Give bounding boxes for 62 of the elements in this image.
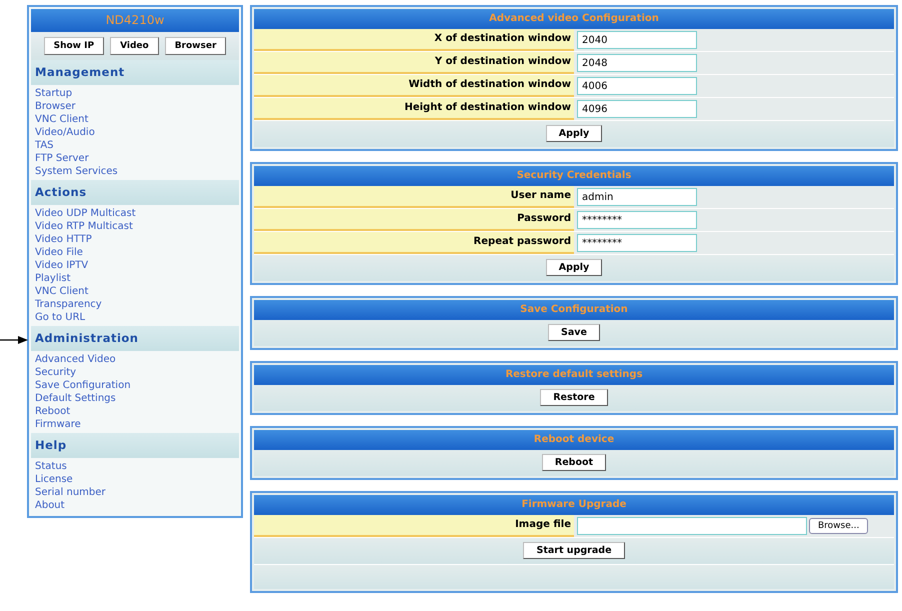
action-button[interactable]: Save	[548, 324, 600, 341]
menu-link[interactable]: Save Configuration	[35, 379, 235, 392]
menu-link[interactable]: Firmware	[35, 418, 235, 431]
menu-link[interactable]: Video IPTV	[35, 259, 235, 272]
menu-link[interactable]: Browser	[35, 100, 235, 113]
action-button[interactable]: Restore	[540, 389, 608, 406]
field-label: User name	[254, 186, 574, 208]
sidebar-title: ND4210w	[31, 9, 239, 32]
menu-link[interactable]: Video File	[35, 246, 235, 259]
menu-link[interactable]: Transparency	[35, 298, 235, 311]
menu-link[interactable]: Default Settings	[35, 392, 235, 405]
field-label: Image file	[254, 515, 574, 537]
panel-title: Reboot device	[254, 430, 894, 450]
input-field[interactable]: 2040	[577, 31, 697, 49]
field-label: Y of destination window	[254, 52, 574, 74]
panel-title: Restore default settings	[254, 365, 894, 385]
action-button[interactable]: Reboot	[542, 454, 606, 471]
field-label: X of destination window	[254, 29, 574, 51]
menu-link[interactable]: FTP Server	[35, 152, 235, 165]
nav-button[interactable]: Browser	[164, 37, 226, 55]
menu-link[interactable]: TAS	[35, 139, 235, 152]
menu-link[interactable]: Serial number	[35, 486, 235, 499]
input-field[interactable]: 2048	[577, 54, 697, 72]
action-button[interactable]: Apply	[546, 125, 602, 142]
section-heading: Help	[31, 433, 239, 458]
nav-button[interactable]: Video	[110, 37, 159, 55]
menu-link[interactable]: Playlist	[35, 272, 235, 285]
nav-button[interactable]: Show IP	[44, 37, 104, 55]
menu-link[interactable]: Advanced Video	[35, 353, 235, 366]
section-heading: Management	[31, 60, 239, 85]
menu-link[interactable]: Reboot	[35, 405, 235, 418]
field-label: Repeat password	[254, 232, 574, 254]
action-button[interactable]: Apply	[546, 259, 602, 276]
input-field[interactable]: 4006	[577, 77, 697, 95]
menu-link[interactable]: Video/Audio	[35, 126, 235, 139]
file-path-field[interactable]	[577, 517, 807, 535]
menu-link[interactable]: Startup	[35, 87, 235, 100]
menu-link[interactable]: VNC Client	[35, 113, 235, 126]
section-heading: Actions	[31, 180, 239, 205]
menu-link[interactable]: Video HTTP	[35, 233, 235, 246]
menu-link[interactable]: VNC Client	[35, 285, 235, 298]
panel-title: Security Credentials	[254, 166, 894, 186]
browse-button[interactable]: Browse...	[809, 518, 868, 534]
menu-link[interactable]: License	[35, 473, 235, 486]
input-field[interactable]: ********	[577, 234, 697, 252]
menu-link[interactable]: About	[35, 499, 235, 512]
panel-title: Advanced video Configuration	[254, 9, 894, 29]
action-button[interactable]: Start upgrade	[523, 542, 625, 559]
menu-link[interactable]: Security	[35, 366, 235, 379]
menu-link[interactable]: System Services	[35, 165, 235, 178]
field-label: Password	[254, 209, 574, 231]
field-label: Width of destination window	[254, 75, 574, 97]
input-field[interactable]: 4096	[577, 100, 697, 118]
field-label: Height of destination window	[254, 98, 574, 120]
input-field[interactable]: ********	[577, 211, 697, 229]
menu-link[interactable]: Video RTP Multicast	[35, 220, 235, 233]
panel-title: Save Configuration	[254, 300, 894, 320]
menu-link[interactable]: Go to URL	[35, 311, 235, 324]
menu-link[interactable]: Video UDP Multicast	[35, 207, 235, 220]
panel-title: Firmware Upgrade	[254, 495, 894, 515]
input-field[interactable]: admin	[577, 188, 697, 206]
menu-link[interactable]: Status	[35, 460, 235, 473]
